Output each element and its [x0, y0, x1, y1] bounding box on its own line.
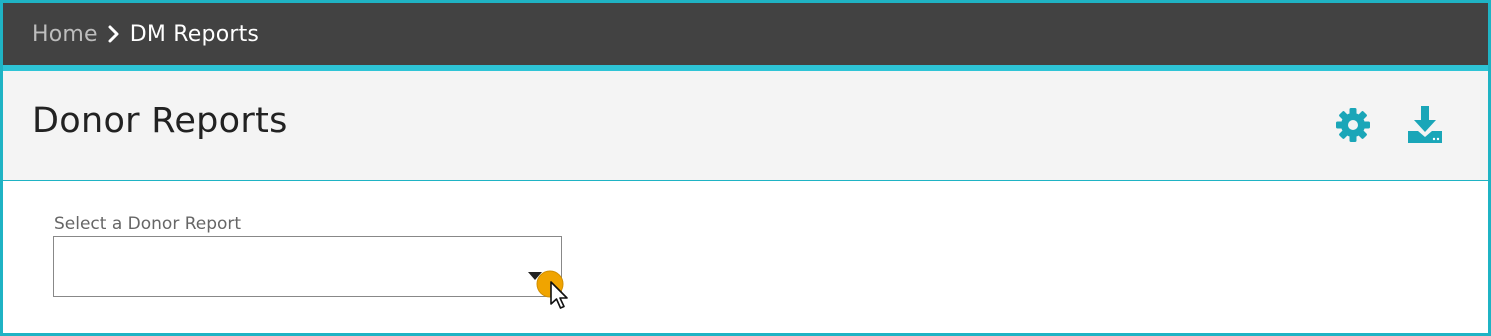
top-navigation-bar: Home DM Reports: [3, 3, 1488, 71]
donor-report-select-label: Select a Donor Report: [54, 214, 242, 234]
breadcrumb-home-link[interactable]: Home: [32, 22, 98, 47]
download-button[interactable]: [1405, 105, 1445, 145]
breadcrumb-current: DM Reports: [129, 21, 260, 47]
caret-down-icon: [528, 265, 542, 280]
settings-button[interactable]: [1333, 105, 1373, 145]
page-header: Donor Reports: [3, 71, 1488, 181]
gear-icon: [1333, 105, 1373, 145]
app-frame: Home DM Reports Donor Reports Select a D…: [0, 0, 1491, 336]
download-icon: [1405, 105, 1445, 145]
donor-report-select[interactable]: [53, 236, 562, 297]
main-content: Select a Donor Report: [3, 181, 1488, 333]
chevron-right-icon: [106, 23, 122, 45]
page-title: Donor Reports: [32, 101, 288, 141]
